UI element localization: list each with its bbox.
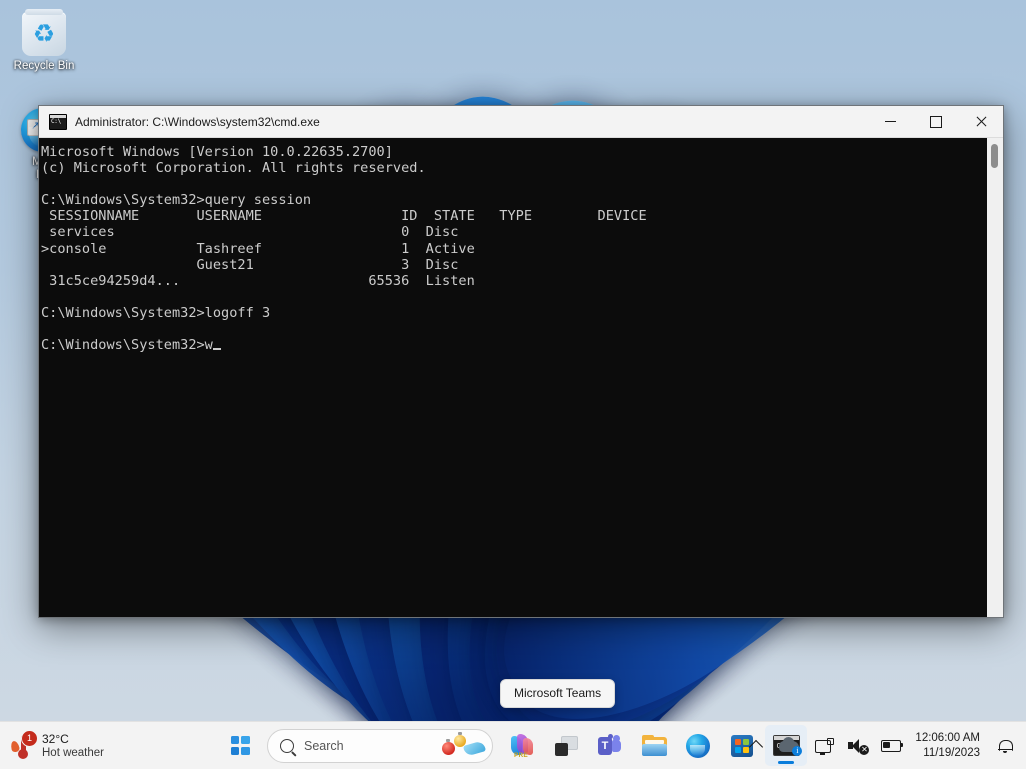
cmd-exe-icon: C:\	[49, 114, 67, 130]
tray-item-onedrive[interactable]: i	[773, 727, 807, 765]
holiday-ornaments-icon	[440, 734, 486, 758]
command-prompt-window[interactable]: C:\ Administrator: C:\Windows\system32\c…	[38, 105, 1004, 618]
maximize-icon	[930, 116, 942, 128]
scrollbar-thumb[interactable]	[991, 144, 998, 168]
recycle-bin-icon: ♻	[22, 12, 66, 56]
teams-icon: T	[598, 735, 622, 757]
show-hidden-icons-button[interactable]	[739, 727, 773, 765]
onedrive-icon: i	[779, 738, 801, 754]
taskbar-weather-widget[interactable]: 1 32°C Hot weather	[4, 726, 114, 765]
console-cursor	[213, 348, 221, 350]
edge-icon	[686, 734, 710, 758]
taskbar-clock[interactable]: 12:06:00 AM 11/19/2023	[909, 731, 988, 761]
folder-icon	[642, 736, 667, 756]
minimize-icon	[885, 121, 896, 122]
taskbar[interactable]: 1 32°C Hot weather Search	[0, 721, 1026, 769]
window-title: Administrator: C:\Windows\system32\cmd.e…	[75, 115, 868, 129]
start-button[interactable]	[219, 725, 261, 766]
taskbar-item-file-explorer[interactable]	[633, 725, 675, 766]
thermometer-icon: 1	[10, 731, 36, 761]
taskbar-item-copilot[interactable]: PRE	[501, 725, 543, 766]
speaker-muted-icon: ✕	[848, 738, 868, 754]
bell-icon	[998, 738, 1013, 754]
close-icon	[975, 116, 987, 128]
desktop[interactable]: ♻ Recycle Bin ↗ Micr Ed C:\ Administrato…	[0, 0, 1026, 769]
taskbar-item-microsoft-edge[interactable]	[677, 725, 719, 766]
tray-item-volume[interactable]: ✕	[841, 727, 875, 765]
widgets-icon	[555, 736, 578, 756]
search-placeholder: Search	[304, 739, 440, 753]
console-scrollbar[interactable]	[987, 138, 1003, 617]
taskbar-item-widgets[interactable]	[545, 725, 587, 766]
weather-temperature: 32°C	[42, 732, 104, 746]
taskbar-center-cluster: Search PRE	[219, 722, 807, 769]
clock-time: 12:06:00 AM	[915, 731, 980, 746]
info-badge-icon: i	[792, 746, 802, 756]
copilot-preview-badge: PRE	[514, 752, 528, 759]
copilot-icon: PRE	[510, 734, 534, 758]
minimize-button[interactable]	[868, 106, 913, 137]
chevron-up-icon	[749, 740, 763, 754]
network-icon	[815, 738, 834, 754]
search-input[interactable]: Search	[267, 729, 493, 763]
window-titlebar[interactable]: C:\ Administrator: C:\Windows\system32\c…	[39, 106, 1003, 138]
tooltip-text: Microsoft Teams	[514, 686, 601, 700]
weather-description: Hot weather	[42, 746, 104, 760]
tray-item-network[interactable]	[807, 727, 841, 765]
windows-logo-icon	[231, 736, 250, 755]
battery-icon	[881, 739, 903, 752]
search-icon	[280, 739, 294, 753]
maximize-button[interactable]	[913, 106, 958, 137]
close-button[interactable]	[958, 106, 1003, 137]
taskbar-tooltip: Microsoft Teams	[500, 679, 615, 708]
recycle-arrows-icon: ♻	[22, 19, 66, 49]
system-tray: i ✕	[739, 722, 1022, 769]
recycle-bin-label: Recycle Bin	[8, 60, 80, 73]
desktop-icon-recycle-bin[interactable]: ♻ Recycle Bin	[8, 10, 80, 73]
taskbar-item-microsoft-teams[interactable]: T	[589, 725, 631, 766]
notifications-button[interactable]	[988, 727, 1022, 765]
window-controls	[868, 106, 1003, 137]
console-output[interactable]: Microsoft Windows [Version 10.0.22635.27…	[39, 138, 987, 617]
weather-badge: 1	[21, 730, 38, 747]
clock-date: 11/19/2023	[915, 746, 980, 761]
tray-item-battery[interactable]	[875, 727, 909, 765]
console-body[interactable]: Microsoft Windows [Version 10.0.22635.27…	[39, 138, 1003, 617]
